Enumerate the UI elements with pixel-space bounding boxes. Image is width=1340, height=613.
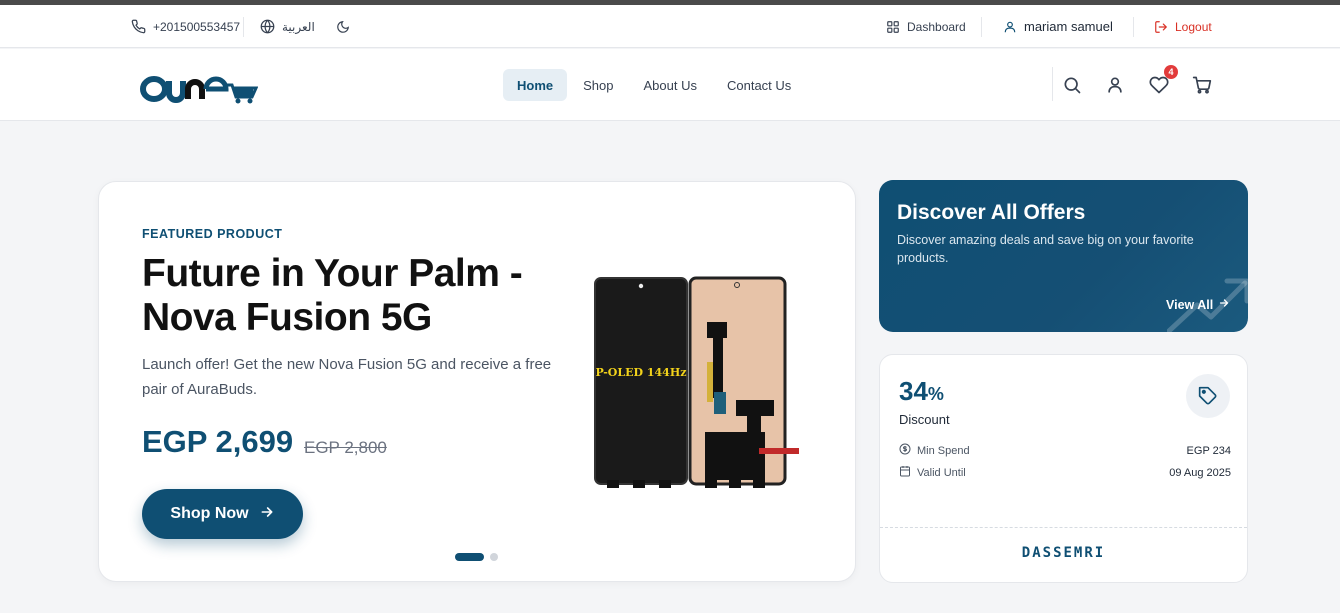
- dashboard-link[interactable]: Dashboard: [886, 5, 966, 48]
- logout-label: Logout: [1175, 19, 1212, 34]
- product-title: Future in Your Palm - Nova Fusion 5G: [142, 252, 523, 339]
- arrow-right-icon: [259, 504, 275, 525]
- divider: [1133, 17, 1134, 37]
- product-image-caption: P-OLED 144Hz: [596, 366, 687, 379]
- featured-label: FEATURED PRODUCT: [142, 227, 283, 241]
- discount-percent: 34%: [899, 376, 944, 407]
- divider: [981, 17, 982, 37]
- carousel-dot-1[interactable]: [455, 553, 484, 561]
- nav-home[interactable]: Home: [503, 69, 568, 101]
- globe-icon: [260, 19, 275, 34]
- dollar-circle-icon: [899, 443, 911, 458]
- language-label: العربية: [282, 19, 315, 34]
- percent-symbol: %: [927, 384, 944, 404]
- offers-description: Discover amazing deals and save big on y…: [897, 233, 1194, 265]
- user-profile-link[interactable]: mariam samuel: [1003, 5, 1113, 48]
- phone-number: +201500553457: [153, 19, 241, 34]
- cart-icon[interactable]: [1192, 75, 1212, 95]
- valid-until-value: 09 Aug 2025: [1169, 466, 1231, 479]
- divider: [243, 17, 244, 37]
- valid-until-label: Valid Until: [917, 466, 966, 479]
- dashboard-label: Dashboard: [907, 19, 966, 34]
- offers-title: Discover All Offers: [897, 201, 1086, 224]
- main-nav: Home Shop About Us Contact Us: [503, 69, 807, 101]
- discover-offers-card[interactable]: Discover All Offers Discover amazing dea…: [879, 180, 1248, 332]
- min-spend-row: Min Spend EGP 234: [899, 443, 1231, 458]
- product-image: P-OLED 144Hz: [589, 272, 809, 492]
- carousel-dot-2[interactable]: [490, 553, 498, 561]
- min-spend-label: Min Spend: [917, 444, 970, 457]
- valid-until-row: Valid Until 09 Aug 2025: [899, 465, 1231, 480]
- dark-mode-toggle[interactable]: [336, 5, 350, 48]
- featured-product-card: FEATURED PRODUCT Future in Your Palm - N…: [98, 181, 856, 582]
- nav-shop[interactable]: Shop: [569, 69, 627, 101]
- dashed-divider: [880, 527, 1247, 528]
- view-all-label: View All: [1166, 297, 1214, 312]
- language-switch[interactable]: العربية: [260, 5, 315, 48]
- main-header: Home Shop About Us Contact Us 4: [0, 49, 1340, 121]
- carousel-dots: [455, 553, 498, 561]
- moon-icon: [336, 20, 350, 34]
- shop-now-label: Shop Now: [170, 505, 249, 522]
- shop-now-button[interactable]: Shop Now: [142, 489, 303, 539]
- nav-about-us[interactable]: About Us: [630, 69, 711, 101]
- brand-logo[interactable]: [140, 71, 259, 105]
- divider: [1052, 67, 1053, 101]
- min-spend-value: EGP 234: [1186, 444, 1231, 457]
- phone-icon: [131, 19, 146, 34]
- arrow-right-icon: [1218, 297, 1230, 312]
- nav-contact-us[interactable]: Contact Us: [713, 69, 805, 101]
- coupon-card: 34% Discount Min Spend EGP 234 Valid Unt…: [879, 354, 1248, 583]
- logout-icon: [1154, 20, 1168, 34]
- phone-link[interactable]: +201500553457: [131, 5, 240, 48]
- product-old-price: EGP 2,800: [304, 438, 387, 457]
- tag-icon: [1186, 374, 1230, 418]
- discount-percent-value: 34: [899, 376, 928, 406]
- search-icon[interactable]: [1062, 75, 1082, 95]
- coupon-code[interactable]: DASSEMRI: [880, 545, 1247, 561]
- account-icon[interactable]: [1105, 75, 1125, 95]
- top-bar: +201500553457 العربية Dashboard mariam s…: [0, 5, 1340, 48]
- grid-icon: [886, 20, 900, 34]
- user-icon: [1003, 20, 1017, 34]
- logout-button[interactable]: Logout: [1154, 5, 1212, 48]
- user-name: mariam samuel: [1024, 19, 1113, 34]
- view-all-link[interactable]: View All: [1166, 297, 1230, 312]
- discount-label: Discount: [899, 412, 950, 427]
- product-price: EGP 2,699: [142, 424, 294, 459]
- calendar-icon: [899, 465, 911, 480]
- product-description: Launch offer! Get the new Nova Fusion 5G…: [142, 356, 552, 398]
- wishlist-heart-icon[interactable]: [1149, 75, 1169, 95]
- wishlist-count-badge: 4: [1164, 65, 1178, 79]
